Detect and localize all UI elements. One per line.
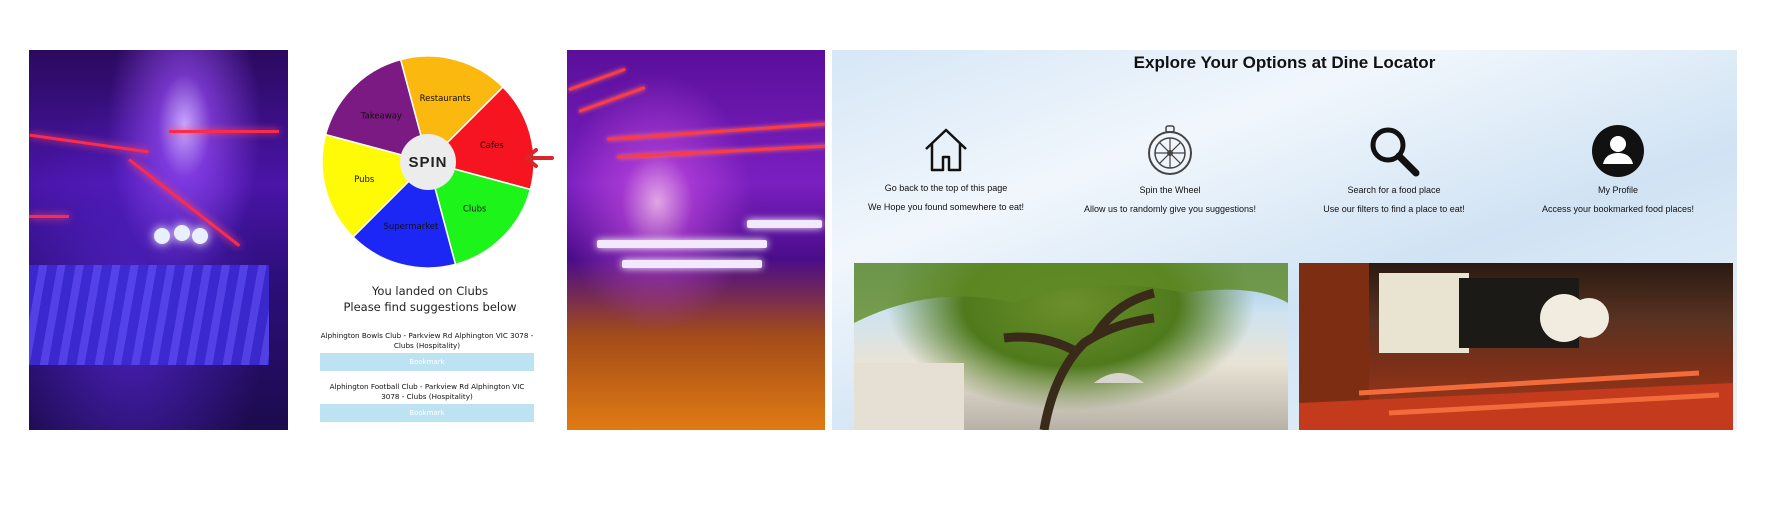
bookmark-button[interactable]: Bookmark xyxy=(320,353,534,371)
option-description: Allow us to randomly give you suggestion… xyxy=(1083,204,1257,214)
wheel-icon xyxy=(1148,125,1192,175)
spin-result: You landed on Clubs xyxy=(371,284,489,298)
option-description: Use our filters to find a place to eat! xyxy=(1323,204,1465,214)
option-description: We Hope you found somewhere to eat! xyxy=(868,202,1024,212)
suggestion-item: Alphington Bowls Club - Parkview Rd Alph… xyxy=(320,331,534,350)
option-title[interactable]: Spin the Wheel xyxy=(1070,185,1270,195)
explore-section: Explore Your Options at Dine Locator Go … xyxy=(832,50,1737,430)
spin-button[interactable]: SPIN xyxy=(400,134,456,190)
venue-photo-middle xyxy=(567,50,825,430)
home-icon xyxy=(925,128,967,172)
search-icon xyxy=(1370,127,1420,177)
option-title[interactable]: My Profile xyxy=(1518,185,1718,195)
wheel-segment-label: Cafes xyxy=(480,141,504,151)
explore-title: Explore Your Options at Dine Locator xyxy=(1133,53,1436,72)
option-home[interactable]: Go back to the top of this page We Hope … xyxy=(846,125,1046,212)
option-description: Access your bookmarked food places! xyxy=(1541,204,1695,214)
venue-photo-outdoor xyxy=(854,263,1288,430)
venue-photo-restaurant xyxy=(1299,263,1733,430)
option-spin-wheel[interactable]: Spin the Wheel Allow us to randomly give… xyxy=(1070,125,1270,214)
venue-photo-left xyxy=(29,50,288,430)
wheel-pointer-arrow-icon xyxy=(524,148,554,168)
wheel-segment-label: Clubs xyxy=(463,205,487,215)
wheel-segment-label: Pubs xyxy=(354,175,375,185)
profile-icon xyxy=(1592,125,1644,177)
wheel-segment-label: Supermarket xyxy=(383,222,439,232)
option-title[interactable]: Go back to the top of this page xyxy=(846,183,1046,193)
spin-wheel-panel: Restaurants Cafes Clubs Supermarket Pubs Take… xyxy=(300,50,560,430)
spin-result-instruction: Please find suggestions below xyxy=(343,300,517,314)
suggestion-item: Alphington Football Club - Parkview Rd A… xyxy=(329,382,525,401)
option-search[interactable]: Search for a food place Use our filters … xyxy=(1294,125,1494,214)
option-title[interactable]: Search for a food place xyxy=(1294,185,1494,195)
bookmark-button[interactable]: Bookmark xyxy=(320,404,534,422)
option-profile[interactable]: My Profile Access your bookmarked food p… xyxy=(1518,125,1718,214)
wheel-segment-label: Takeaway xyxy=(360,111,402,121)
spin-wheel[interactable]: Restaurants Cafes Clubs Supermarket Pubs Take… xyxy=(320,54,536,270)
wheel-segment-label: Restaurants xyxy=(420,94,472,104)
